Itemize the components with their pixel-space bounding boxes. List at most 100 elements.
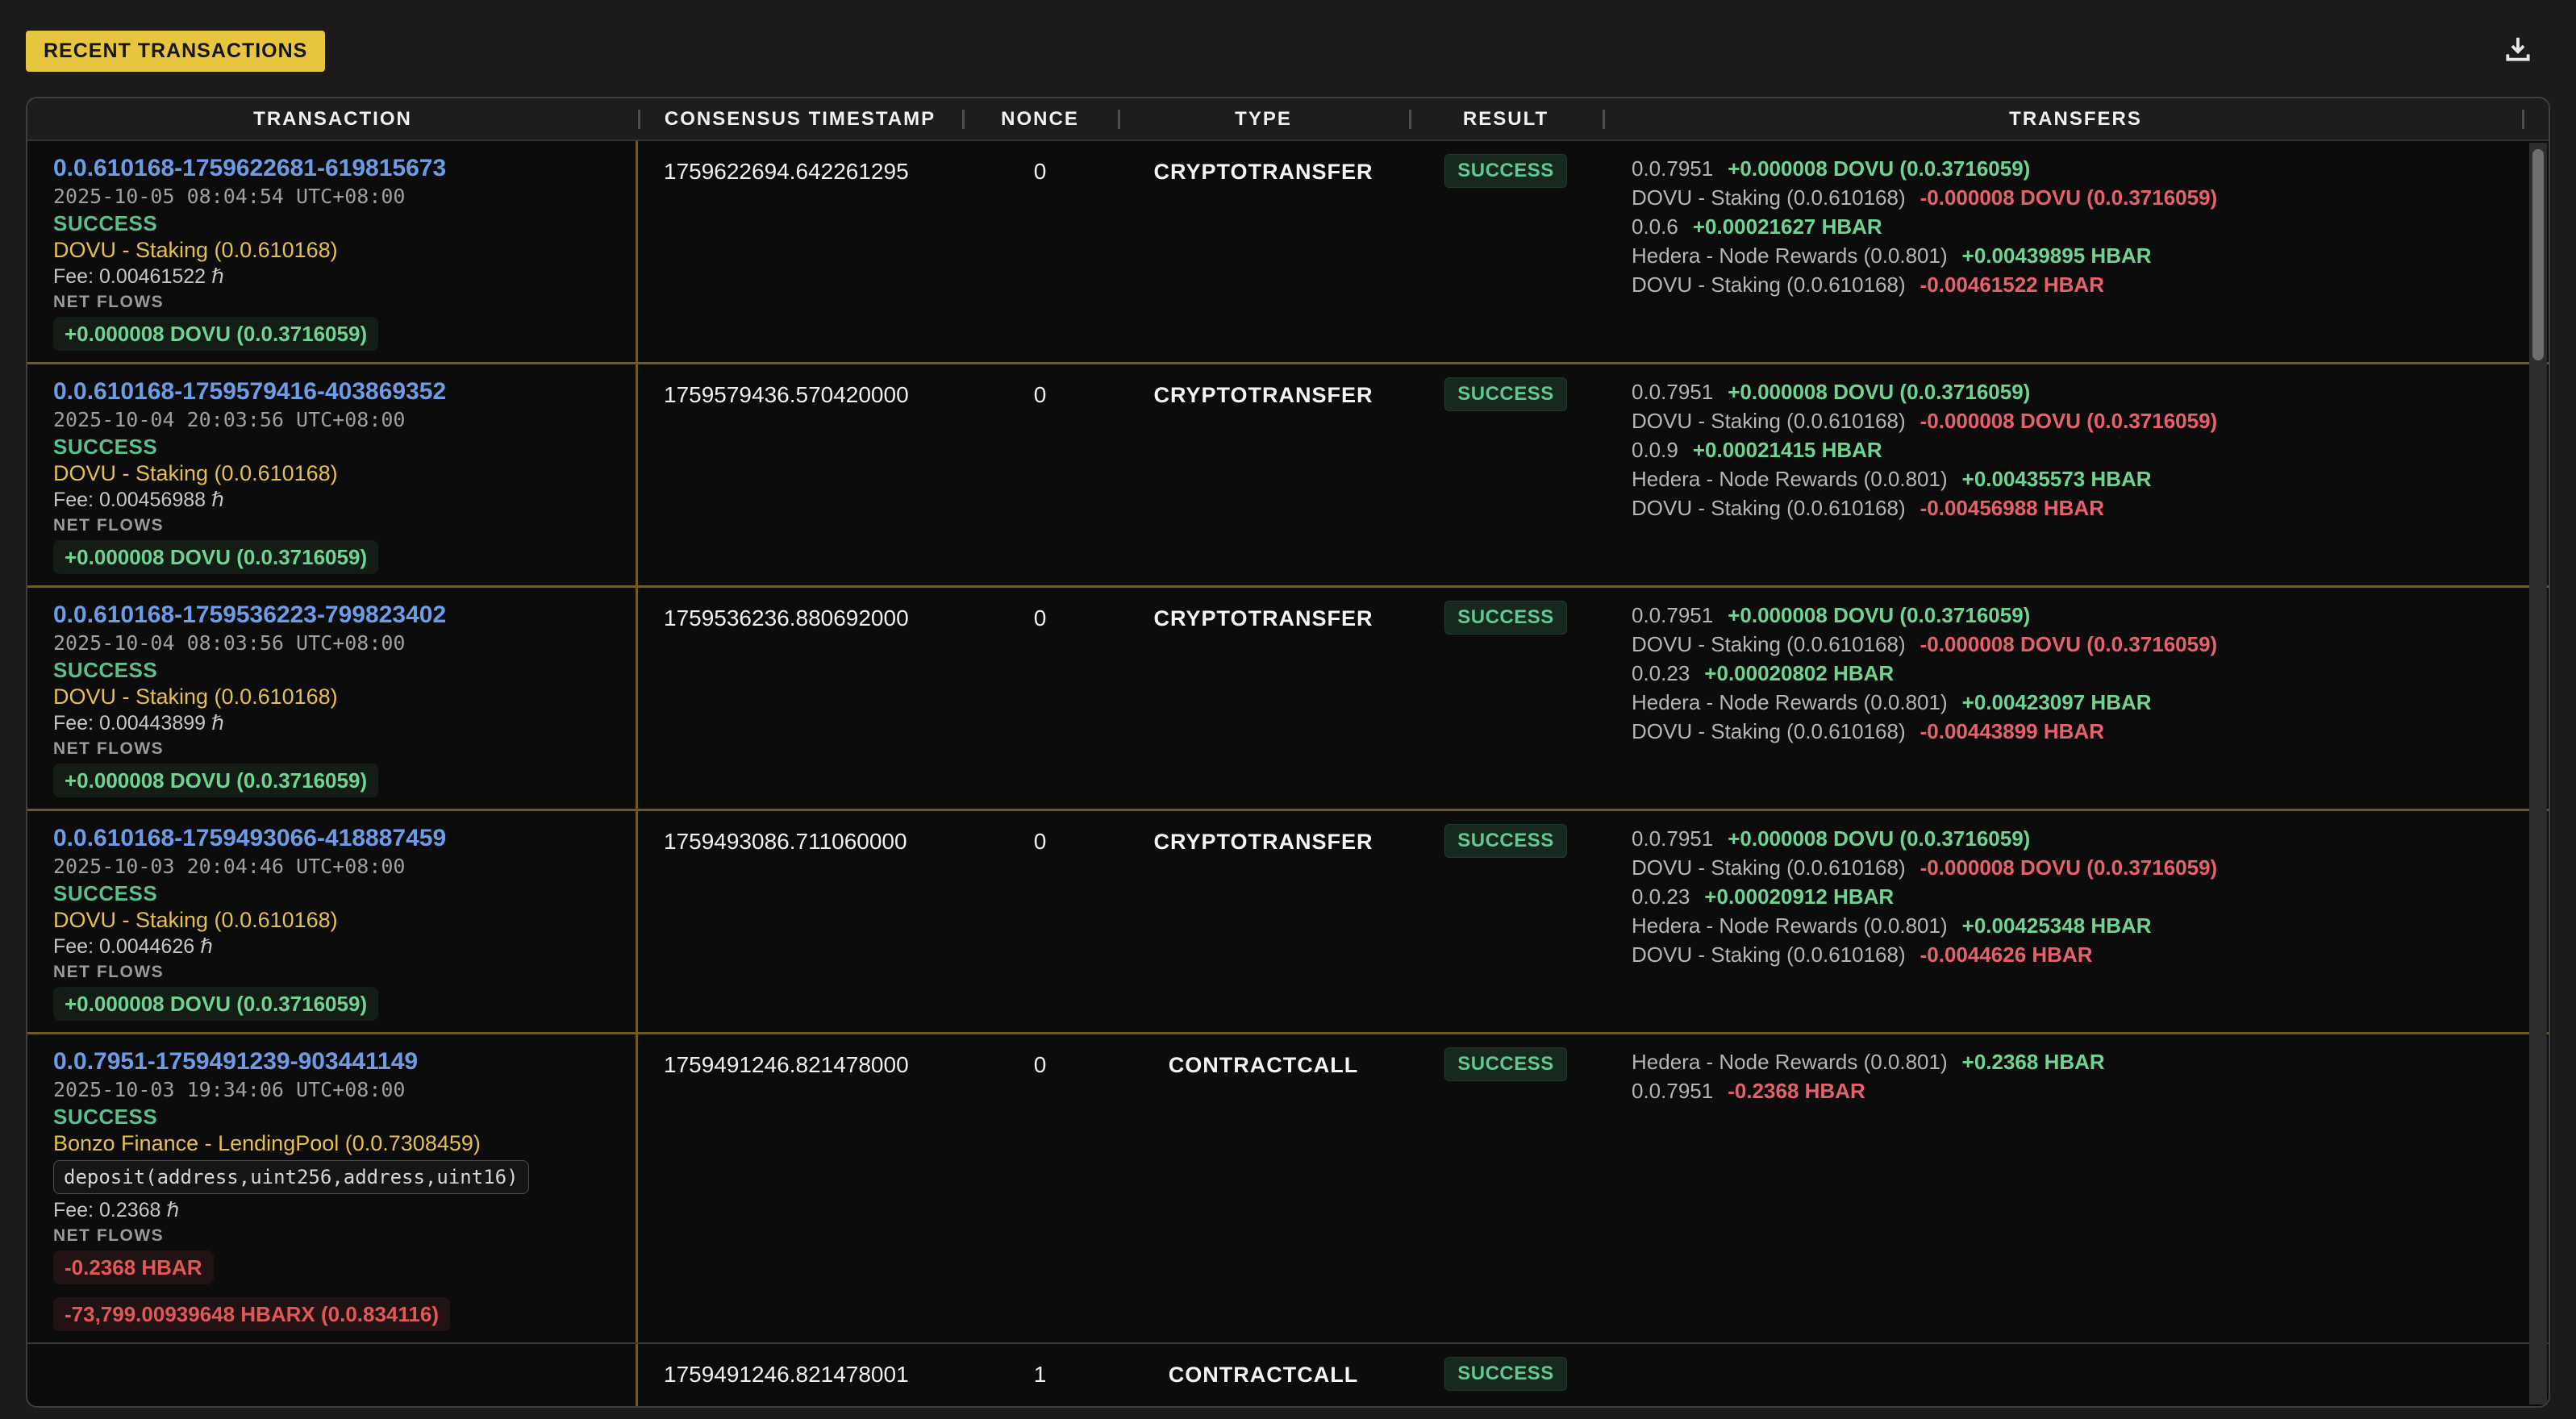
table-row[interactable]: 0.0.7951-1759491239-903441149 2025-10-03… (27, 1032, 2549, 1342)
transaction-link[interactable]: 0.0.610168-1759536223-799823402 (53, 601, 616, 630)
scrollbar-thumb[interactable] (2532, 149, 2544, 360)
transaction-link[interactable]: 0.0.610168-1759493066-418887459 (53, 824, 616, 853)
result-cell: SUCCESS (1409, 1034, 1603, 1342)
scrollbar-track[interactable] (2529, 143, 2547, 1404)
consensus-timestamp-value: 1759491246.821478001 (664, 1362, 909, 1387)
net-flow-chip: -0.2368 HBAR (53, 1250, 214, 1284)
consensus-timestamp-cell: 1759493086.711060000 (638, 811, 962, 1032)
transaction-cell (27, 1344, 638, 1408)
transfer-amount: +0.000008 DOVU (0.0.3716059) (1728, 601, 2030, 630)
transfer-line: DOVU - Staking (0.0.610168)-0.00456988 H… (1632, 493, 2516, 522)
transfer-line: DOVU - Staking (0.0.610168) -0.00443899 H… (1632, 717, 2516, 746)
type-value: CRYPTOTRANSFER (1153, 383, 1373, 407)
transaction-entity[interactable]: DOVU - Staking (0.0.610168) (53, 683, 616, 710)
table-row[interactable]: 0.0.610168-1759622681-619815673 2025-10-… (27, 141, 2549, 362)
transaction-entity[interactable]: Bonzo Finance - LendingPool (0.0.7308459… (53, 1130, 616, 1157)
transfer-amount: +0.00020802 HBAR (1704, 659, 1894, 688)
transfer-line: DOVU - Staking (0.0.610168)-0.000008 DOV… (1632, 630, 2516, 659)
nonce-cell: 1 (962, 1344, 1118, 1408)
transfer-line: Hedera - Node Rewards (0.0.801)+0.004355… (1632, 464, 2516, 493)
type-value: CRYPTOTRANSFER (1153, 606, 1373, 630)
transaction-status: SUCCESS (53, 880, 616, 906)
transfer-amount: -0.000008 DOVU (0.0.3716059) (1920, 406, 2218, 435)
download-icon (2503, 55, 2533, 67)
transaction-status: SUCCESS (53, 210, 616, 236)
transfer-account: 0.0.7951 (1632, 824, 1713, 853)
transfer-line: 0.0.7951+0.000008 DOVU (0.0.3716059) (1632, 824, 2516, 853)
transfer-account: Hedera - Node Rewards (0.0.801) (1632, 1047, 1948, 1076)
transfer-amount: -0.2368 HBAR (1728, 1076, 1865, 1105)
transfer-account: 0.0.7951 (1632, 154, 1713, 183)
type-cell: CRYPTOTRANSFER (1118, 364, 1409, 585)
transaction-entity[interactable]: DOVU - Staking (0.0.610168) (53, 906, 616, 934)
table-row[interactable]: 1759491246.821478001 1 CONTRACTCALL SUCC… (27, 1342, 2549, 1408)
transfer-amount: -0.000008 DOVU (0.0.3716059) (1920, 853, 2218, 882)
transfer-account: 0.0.7951 (1632, 377, 1713, 406)
table-row[interactable]: 0.0.610168-1759493066-418887459 2025-10-… (27, 809, 2549, 1032)
table-row[interactable]: 0.0.610168-1759536223-799823402 2025-10-… (27, 585, 2549, 809)
transaction-cell: 0.0.610168-1759493066-418887459 2025-10-… (27, 811, 638, 1032)
consensus-timestamp-cell: 1759579436.570420000 (638, 364, 962, 585)
download-button[interactable] (2500, 32, 2536, 68)
transaction-link[interactable]: 0.0.7951-1759491239-903441149 (53, 1047, 616, 1076)
transfer-amount: +0.00439895 HBAR (1962, 241, 2152, 270)
consensus-timestamp-cell: 1759536236.880692000 (638, 588, 962, 809)
consensus-timestamp-value: 1759622694.642261295 (664, 159, 909, 184)
transfer-line: 0.0.9+0.00021415 HBAR (1632, 435, 2516, 464)
transaction-link[interactable]: 0.0.610168-1759579416-403869352 (53, 377, 616, 406)
nonce-cell: 0 (962, 1034, 1118, 1342)
transfer-amount: -0.000008 DOVU (0.0.3716059) (1920, 183, 2218, 212)
transaction-fee: Fee: 0.00456988 ℏ (53, 487, 616, 513)
nonce-value: 1 (1034, 1362, 1047, 1387)
consensus-timestamp-value: 1759493086.711060000 (664, 829, 907, 854)
transaction-cell: 0.0.610168-1759536223-799823402 2025-10-… (27, 588, 638, 809)
transfer-line: Hedera - Node Rewards (0.0.801)+0.2368 H… (1632, 1047, 2516, 1076)
transaction-status: SUCCESS (53, 434, 616, 460)
transfer-account: DOVU - Staking (0.0.610168) (1632, 183, 1906, 212)
transaction-entity[interactable]: DOVU - Staking (0.0.610168) (53, 236, 616, 264)
transfer-account: DOVU - Staking (0.0.610168) (1632, 717, 1906, 746)
column-header-nonce: NONCE (962, 108, 1118, 131)
transfer-amount: -0.0044626 HBAR (1920, 940, 2093, 969)
transfer-amount: +0.00425348 HBAR (1962, 911, 2152, 940)
nonce-value: 0 (1034, 829, 1047, 854)
type-value: CRYPTOTRANSFER (1153, 830, 1373, 854)
recent-transactions-badge: RECENT TRANSACTIONS (26, 31, 325, 72)
transfer-line: DOVU - Staking (0.0.610168)-0.00461522 H… (1632, 270, 2516, 299)
transfers-cell: 0.0.7951+0.000008 DOVU (0.0.3716059)DOVU… (1603, 141, 2549, 362)
transfer-line: DOVU - Staking (0.0.610168)-0.000008 DOV… (1632, 406, 2516, 435)
transaction-datetime: 2025-10-04 20:03:56 UTC+08:00 (53, 406, 616, 434)
nonce-cell: 0 (962, 141, 1118, 362)
transaction-link[interactable]: 0.0.610168-1759622681-619815673 (53, 154, 616, 183)
type-value: CONTRACTCALL (1169, 1053, 1358, 1077)
result-cell: SUCCESS (1409, 364, 1603, 585)
net-flows-chips: +0.000008 DOVU (0.0.3716059) (53, 540, 616, 574)
net-flows-chips: +0.000008 DOVU (0.0.3716059) (53, 987, 616, 1021)
result-badge: SUCCESS (1444, 601, 1567, 635)
result-cell: SUCCESS (1409, 141, 1603, 362)
net-flows-label: NET FLOWS (53, 514, 616, 537)
transaction-entity[interactable]: DOVU - Staking (0.0.610168) (53, 460, 616, 487)
nonce-value: 0 (1034, 605, 1047, 630)
consensus-timestamp-value: 1759536236.880692000 (664, 605, 909, 630)
transaction-datetime: 2025-10-04 08:03:56 UTC+08:00 (53, 630, 616, 657)
transfer-account: DOVU - Staking (0.0.610168) (1632, 940, 1906, 969)
net-flow-chip: +0.000008 DOVU (0.0.3716059) (53, 764, 378, 797)
transaction-cell: 0.0.610168-1759622681-619815673 2025-10-… (27, 141, 638, 362)
transfer-amount: -0.00443899 HBAR (1920, 717, 2104, 746)
transfer-line: Hedera - Node Rewards (0.0.801) +0.004398… (1632, 241, 2516, 270)
table-row[interactable]: 0.0.610168-1759579416-403869352 2025-10-… (27, 362, 2549, 585)
transfers-cell: 0.0.7951+0.000008 DOVU (0.0.3716059)DOVU… (1603, 588, 2549, 809)
transfer-line: 0.0.23+0.00020912 HBAR (1632, 882, 2516, 911)
transfer-line: 0.0.7951+0.000008 DOVU (0.0.3716059) (1632, 601, 2516, 630)
transfer-line: 0.0.6+0.00021627 HBAR (1632, 212, 2516, 241)
result-badge: SUCCESS (1444, 154, 1567, 188)
transfer-account: Hedera - Node Rewards (0.0.801) (1632, 241, 1948, 270)
net-flows-label: NET FLOWS (53, 738, 616, 760)
transfer-line: 0.0.7951+0.000008 DOVU (0.0.3716059) (1632, 377, 2516, 406)
transfer-account: 0.0.9 (1632, 435, 1678, 464)
transaction-cell: 0.0.610168-1759579416-403869352 2025-10-… (27, 364, 638, 585)
nonce-cell: 0 (962, 364, 1118, 585)
transfer-account: Hedera - Node Rewards (0.0.801) (1632, 911, 1948, 940)
transfer-line: DOVU - Staking (0.0.610168) -0.0044626 HB… (1632, 940, 2516, 969)
